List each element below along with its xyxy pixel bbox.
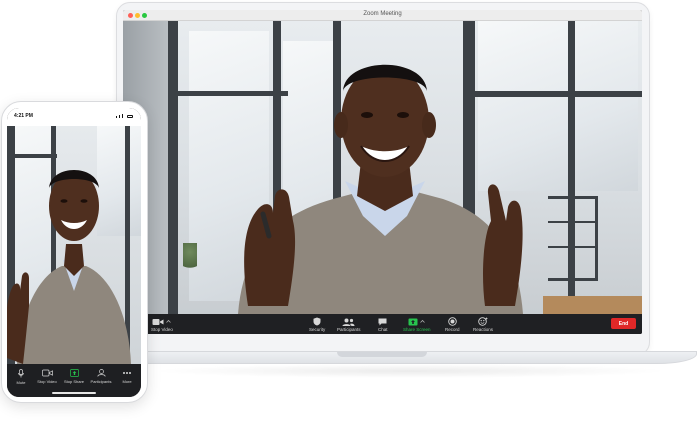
shield-icon [313,317,321,326]
stop-video-button[interactable]: Stop Video [151,317,173,332]
stop-share-label: Stop Share [63,379,84,384]
more-button[interactable]: More [114,369,140,384]
more-label: More [122,379,132,384]
reactions-label: Reactions [473,327,494,332]
participants-icon [96,369,106,377]
more-icon [123,372,131,374]
signal-icon [116,114,133,118]
chevron-up-icon[interactable] [166,319,172,324]
mute-label: Mute [16,380,26,385]
security-button[interactable]: Security [309,317,325,332]
window-title: Zoom Meeting [363,11,402,17]
phone-participants-button[interactable]: Participants [88,369,114,384]
meeting-toolbar: Stop Video Security Participants Chat Sh… [123,314,642,334]
phone-participants-label: Participants [90,379,112,384]
security-label: Security [309,327,326,332]
laptop-screen: Zoom Meeting Stop Video Security Partici… [123,10,642,334]
phone-stop-video-button[interactable]: Stop Video [34,369,60,384]
chat-label: Chat [378,327,388,332]
mute-button[interactable]: Mute [8,369,34,385]
phone-status-bar: 4:21 PM [7,108,141,126]
participants-label: Participants [337,327,361,332]
participant-video [7,170,131,364]
product-showcase: Zoom Meeting Stop Video Security Partici… [0,0,697,430]
phone-meeting-toolbar: Mute Stop Video Stop Share Participants … [7,364,141,397]
share-screen-icon [408,318,418,325]
share-screen-icon [69,369,79,377]
share-screen-label: Share Screen [403,327,431,332]
reactions-button[interactable]: Reactions [473,317,493,332]
chat-icon [378,318,387,325]
home-indicator[interactable] [52,392,96,394]
share-screen-button[interactable]: Share Screen [403,317,431,332]
chat-button[interactable]: Chat [378,317,388,332]
laptop-shadow [150,364,670,378]
stop-share-button[interactable]: Stop Share [61,369,87,384]
battery-icon [127,115,133,118]
reactions-icon [478,317,488,326]
end-meeting-button[interactable]: End [611,318,636,329]
chevron-up-icon[interactable] [420,319,426,324]
video-camera-icon [152,318,164,325]
participant-video [238,64,523,314]
phone-meeting-video [7,126,141,364]
phone-stop-video-label: Stop Video [37,379,57,384]
record-label: Record [445,327,460,332]
meeting-video [123,21,642,314]
stop-video-label: Stop Video [151,327,173,332]
record-icon [448,317,457,326]
participants-button[interactable]: Participants [337,317,361,332]
video-camera-icon [41,369,53,377]
window-titlebar: Zoom Meeting [123,10,642,21]
microphone-icon [18,369,24,378]
participants-icon [342,318,355,326]
status-time: 4:21 PM [14,113,33,119]
laptop-notch [337,352,427,357]
phone-screen: 4:21 PM Mute Stop Video Stop Share Parti… [7,108,141,397]
record-button[interactable]: Record [445,317,460,332]
